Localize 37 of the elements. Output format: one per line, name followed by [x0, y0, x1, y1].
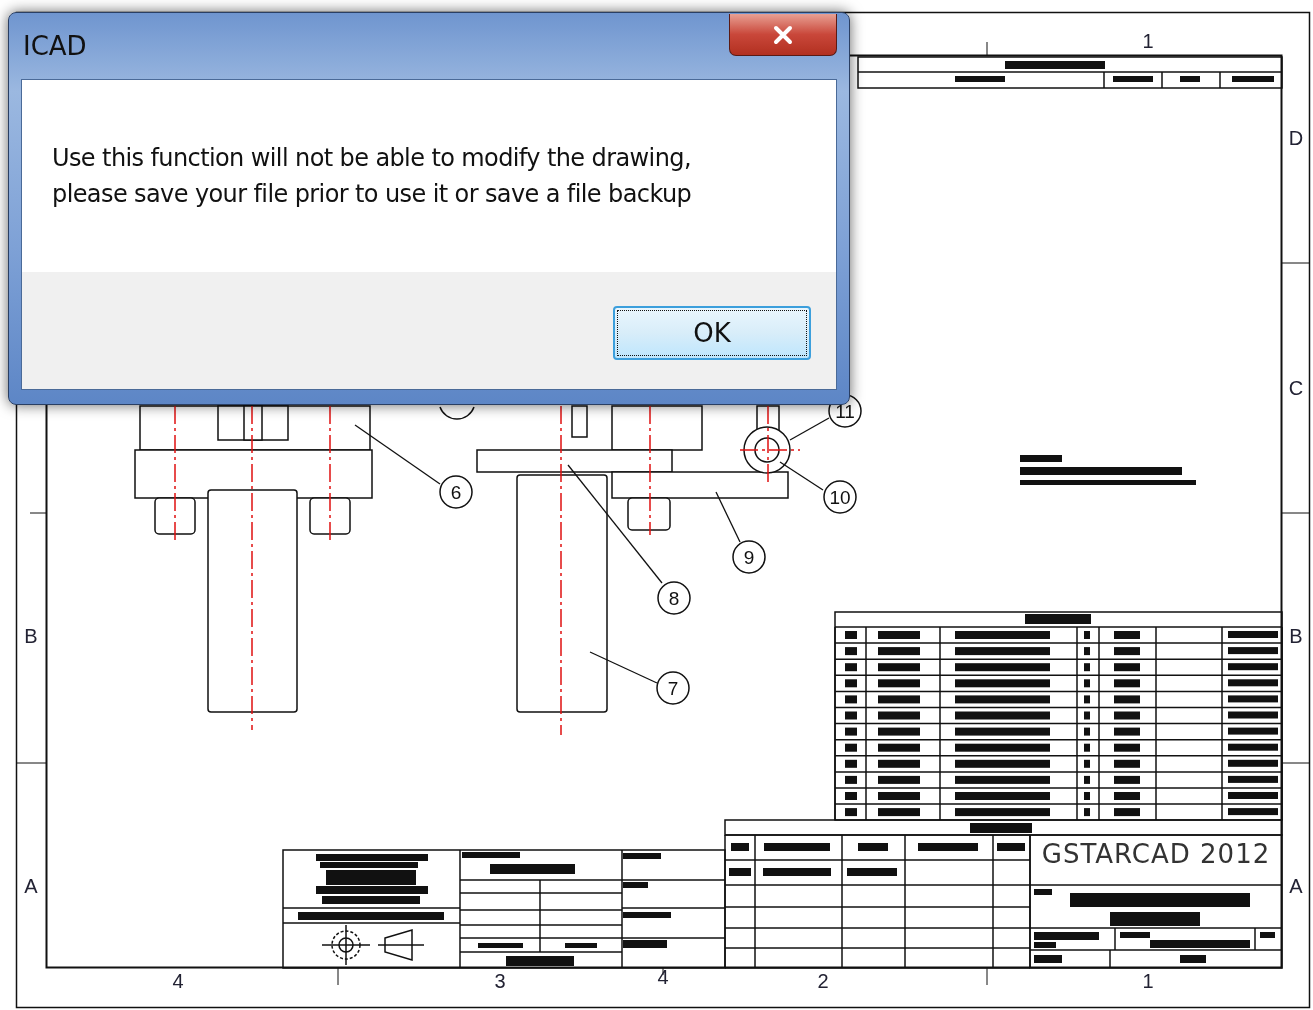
zone-label: 4 [172, 970, 184, 992]
clamp-nut [627, 497, 671, 531]
balloon-number: 8 [668, 588, 680, 609]
zone-label: 4 [657, 966, 669, 988]
balloon-number: 11 [835, 401, 855, 422]
clamp-bolt [571, 405, 588, 438]
zone-label: 3 [494, 970, 506, 992]
zone-label: B [24, 625, 38, 647]
company-name: GSTARCAD 2012 [1041, 839, 1271, 869]
balloon-circle [439, 475, 473, 509]
zone-label: 1 [1142, 970, 1154, 992]
balloon-circle [823, 480, 857, 514]
leader-line [589, 651, 658, 684]
leader-line [779, 461, 824, 491]
leader-line [715, 491, 741, 543]
circle-arc [439, 406, 475, 420]
balloon-number: 9 [743, 547, 755, 568]
zone-label: 2 [817, 970, 829, 992]
ok-button[interactable]: OK [613, 305, 811, 360]
balloon-number: 7 [667, 678, 679, 699]
zone-label: D [1288, 127, 1304, 149]
zone-label: A [1289, 875, 1303, 897]
close-button[interactable] [729, 14, 837, 56]
balloon-circle [657, 581, 691, 615]
zone-label: 1 [1142, 30, 1154, 52]
balloon-circle [732, 540, 766, 574]
close-icon [772, 24, 794, 45]
window-title: ICAD [23, 31, 87, 61]
zone-label: A [24, 875, 38, 897]
zone-label: B [1289, 625, 1303, 647]
zone-label: C [1288, 377, 1304, 399]
balloon-number: 10 [829, 487, 851, 508]
pin-drawing [743, 405, 791, 474]
balloon-circle [656, 671, 690, 705]
dialog-message: Use this function will not be able to modify the drawing, please save your file prior to use it or save a file backup [52, 143, 692, 210]
leader-line [789, 417, 830, 441]
balloon-number: 6 [450, 482, 462, 503]
